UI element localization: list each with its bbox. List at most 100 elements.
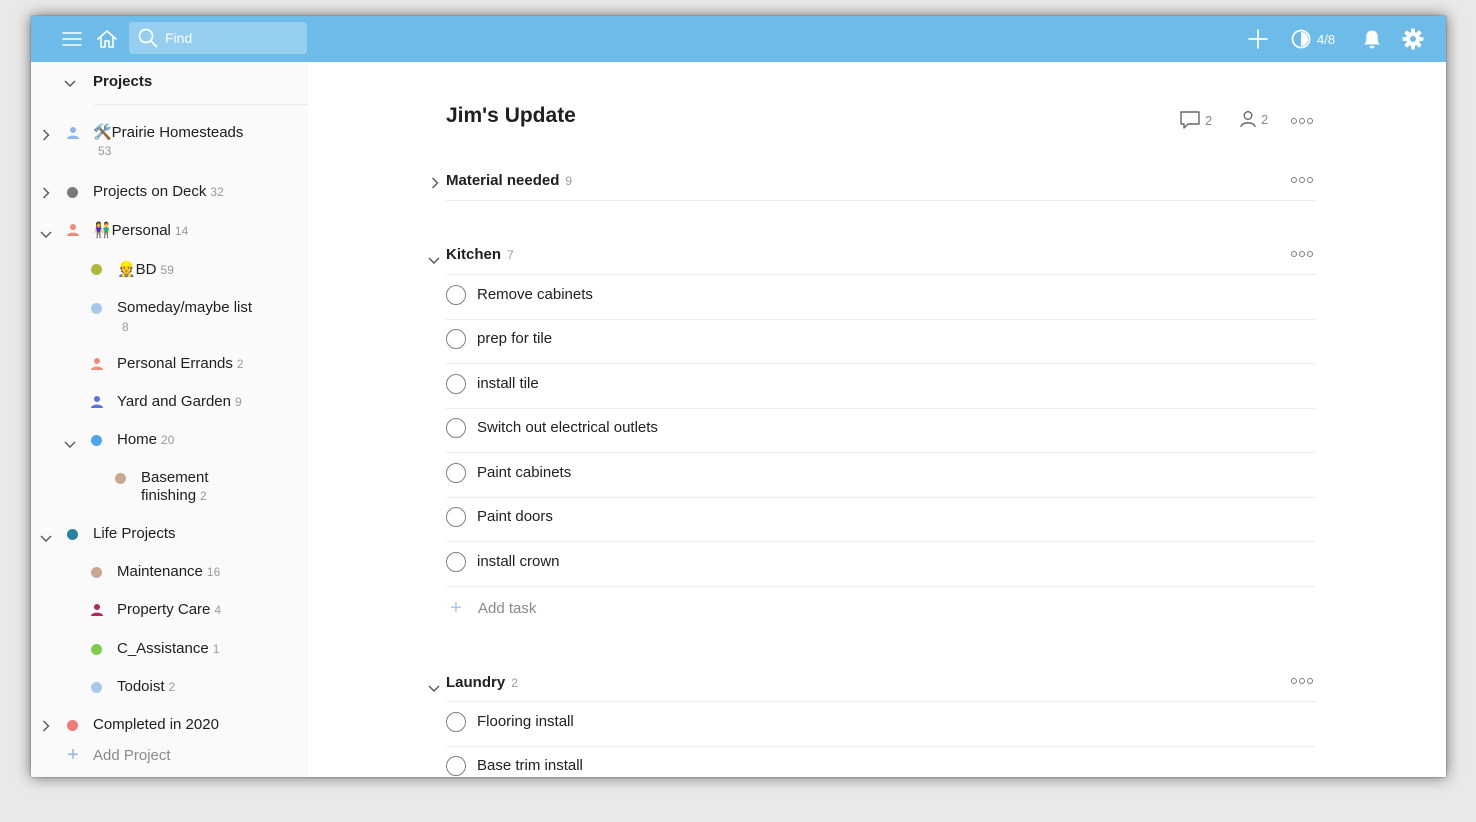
sidebar-item-count: 14 [174, 224, 189, 238]
add-project-label: Add Project [93, 746, 171, 764]
sidebar-item-label: Projects on Deck 32 [93, 183, 224, 200]
chevron-down-icon[interactable] [428, 252, 440, 270]
hamburger-icon[interactable] [61, 28, 83, 50]
page-title: Jim's Update [446, 104, 576, 127]
chevron-right-icon[interactable] [42, 128, 50, 146]
sidebar-item-label: Maintenance 16 [117, 563, 221, 580]
task-checkbox[interactable] [446, 329, 466, 349]
more-options-icon[interactable] [1291, 678, 1313, 684]
sidebar-item-home[interactable]: Home 20 [31, 431, 308, 453]
search-icon [138, 28, 158, 48]
task-name[interactable]: install crown [477, 553, 560, 570]
divider [446, 452, 1316, 453]
sidebar-item-c-assistance[interactable]: C_Assistance 1 [31, 640, 308, 662]
section-title: Material needed 9 [446, 172, 573, 189]
task-name[interactable]: install tile [477, 375, 539, 392]
task-checkbox[interactable] [446, 463, 466, 483]
collaborators-button[interactable]: 2 [1239, 110, 1268, 128]
task-checkbox[interactable] [446, 418, 466, 438]
sidebar-item-basement-finishing[interactable]: Basement finishing 2 [31, 469, 308, 509]
sidebar-item-prairie-homesteads[interactable]: 🛠️Prairie Homesteads 53 [31, 122, 308, 166]
add-project-button[interactable]: + Add Project [63, 744, 171, 766]
collaborators-count: 2 [1261, 111, 1269, 127]
project-color-dot [91, 644, 102, 655]
chevron-down-icon[interactable] [40, 226, 52, 244]
sidebar-item-label: Todoist 2 [117, 678, 176, 695]
task-checkbox[interactable] [446, 712, 466, 732]
karma-label: 4/8 [1317, 31, 1336, 47]
sidebar-item-label: Basement finishing 2 [141, 469, 209, 504]
person-outline-icon [1239, 110, 1257, 128]
sidebar-item-personal[interactable]: 👫Personal 14 [31, 221, 308, 243]
sidebar-item-projects-on-deck[interactable]: Projects on Deck 32 [31, 183, 308, 205]
section-laundry[interactable]: Laundry 2 [426, 671, 1316, 697]
task-name[interactable]: Paint doors [477, 508, 553, 525]
comments-button[interactable]: 2 [1179, 110, 1212, 130]
more-options-icon[interactable] [1291, 118, 1313, 124]
sidebar-item-label: Someday/maybe list [117, 299, 253, 316]
chevron-down-icon[interactable] [40, 530, 52, 548]
sidebar-item-life-projects[interactable]: Life Projects [31, 525, 308, 547]
add-task-button[interactable]: + Add task [446, 598, 536, 618]
chevron-right-icon[interactable] [42, 186, 50, 204]
sidebar-item-count: 4 [214, 603, 222, 617]
chevron-right-icon[interactable] [42, 719, 50, 737]
sidebar-item-maintenance[interactable]: Maintenance 16 [31, 563, 308, 585]
task-checkbox[interactable] [446, 552, 466, 572]
section-material-needed[interactable]: Material needed 9 [426, 169, 1316, 195]
section-count: 2 [511, 676, 518, 690]
half-circle-icon [1291, 29, 1311, 49]
section-kitchen[interactable]: Kitchen 7 [426, 243, 1316, 269]
task-checkbox[interactable] [446, 285, 466, 305]
task-name[interactable]: Paint cabinets [477, 464, 571, 481]
comments-count: 2 [1205, 112, 1213, 128]
task-checkbox[interactable] [446, 374, 466, 394]
search-input[interactable] [165, 30, 295, 46]
search-box[interactable] [129, 22, 307, 54]
sidebar-item-yard-and-garden[interactable]: Yard and Garden 9 [31, 393, 308, 415]
task-item: Paint doors [446, 498, 1316, 542]
person-icon [66, 223, 80, 242]
sidebar: Projects 🛠️Prairie Homesteads 53 Project… [31, 62, 308, 777]
more-options-icon[interactable] [1291, 177, 1313, 183]
person-icon [90, 603, 104, 622]
sidebar-item-completed-in-2020[interactable]: Completed in 2020 [31, 716, 308, 738]
more-options-icon[interactable] [1291, 251, 1313, 257]
sidebar-item-count: 16 [206, 565, 221, 579]
main-content: Jim's Update 2 2 Material needed 9 Kitch… [308, 62, 1446, 777]
add-task-label: Add task [478, 599, 537, 617]
task-name[interactable]: Flooring install [477, 713, 574, 730]
sidebar-item-count: 2 [168, 680, 176, 694]
sidebar-item-property-care[interactable]: Property Care 4 [31, 601, 308, 623]
divider [93, 104, 308, 105]
sidebar-item-someday-maybe-list[interactable]: Someday/maybe list 8 [31, 299, 308, 339]
task-name[interactable]: Switch out electrical outlets [477, 419, 658, 436]
productivity-button[interactable]: 4/8 [1291, 27, 1335, 51]
task-name[interactable]: Remove cabinets [477, 286, 593, 303]
home-icon[interactable] [95, 27, 119, 51]
bell-icon[interactable] [1361, 27, 1383, 51]
task-item: prep for tile [446, 320, 1316, 364]
sidebar-item-count: 59 [160, 263, 174, 277]
sidebar-item-bd[interactable]: 👷BD 59 [31, 260, 308, 282]
task-name[interactable]: prep for tile [477, 330, 552, 347]
section-count: 9 [565, 174, 573, 188]
task-item: install crown [446, 543, 1316, 587]
task-checkbox[interactable] [446, 507, 466, 527]
chevron-down-icon[interactable] [64, 436, 76, 454]
sidebar-item-personal-errands[interactable]: Personal Errands 2 [31, 355, 308, 377]
sidebar-item-label: Home 20 [117, 431, 175, 448]
projects-header[interactable]: Projects [31, 62, 308, 102]
chevron-down-icon[interactable] [64, 75, 76, 93]
task-item: Base trim install [446, 747, 1316, 777]
plus-icon[interactable] [1247, 28, 1269, 50]
chevron-right-icon[interactable] [431, 176, 439, 194]
chevron-down-icon[interactable] [428, 680, 440, 698]
sidebar-item-count: 2 [200, 489, 207, 503]
task-name[interactable]: Base trim install [477, 757, 583, 774]
gear-icon[interactable] [1401, 27, 1425, 51]
divider [446, 541, 1316, 542]
task-checkbox[interactable] [446, 756, 466, 776]
sidebar-item-label: 🛠️Prairie Homesteads [93, 124, 244, 141]
sidebar-item-todoist[interactable]: Todoist 2 [31, 678, 308, 700]
